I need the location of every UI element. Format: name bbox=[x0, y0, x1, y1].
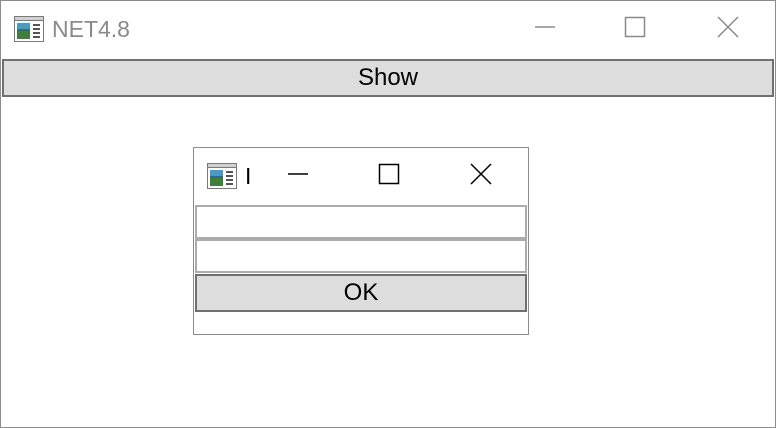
dialog-title: I bbox=[245, 163, 251, 189]
dialog-text-input-2[interactable] bbox=[195, 239, 527, 273]
dialog-minimize-button[interactable] bbox=[252, 148, 344, 205]
app-window-icon bbox=[207, 163, 237, 189]
maximize-icon bbox=[378, 163, 400, 190]
main-window-title: NET4.8 bbox=[52, 16, 130, 42]
show-button[interactable]: Show bbox=[2, 59, 774, 97]
dialog-text-input-1[interactable] bbox=[195, 205, 527, 239]
dialog-window: I OK bbox=[193, 147, 529, 335]
app-window-icon bbox=[14, 16, 44, 42]
dialog-titlebar[interactable]: I bbox=[194, 148, 528, 205]
main-titlebar[interactable]: NET4.8 bbox=[1, 1, 775, 58]
minimize-icon bbox=[287, 163, 309, 190]
dialog-close-button[interactable] bbox=[435, 148, 527, 205]
ok-button-label: OK bbox=[343, 279, 379, 306]
close-icon bbox=[717, 16, 739, 43]
close-button[interactable] bbox=[682, 1, 774, 58]
maximize-icon bbox=[624, 16, 646, 43]
minimize-icon bbox=[534, 16, 556, 43]
show-button-label: Show bbox=[357, 64, 419, 91]
maximize-button[interactable] bbox=[589, 1, 681, 58]
ok-button[interactable]: OK bbox=[195, 274, 527, 312]
minimize-button[interactable] bbox=[499, 1, 591, 58]
close-icon bbox=[470, 163, 492, 190]
dialog-maximize-button[interactable] bbox=[343, 148, 435, 205]
